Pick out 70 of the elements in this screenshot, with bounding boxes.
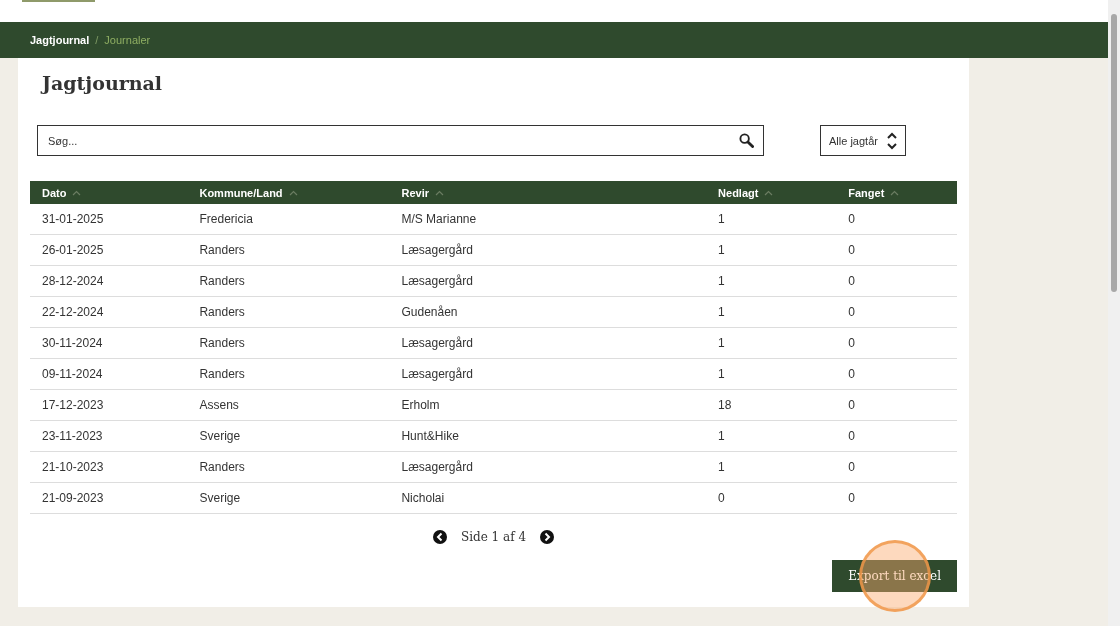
table-cell: Fredericia	[187, 204, 390, 235]
sort-caret-icon	[764, 189, 774, 196]
table-cell: Assens	[187, 389, 390, 421]
breadcrumb-link[interactable]: Jagtjournal	[30, 34, 90, 46]
scrollbar-thumb[interactable]	[1111, 14, 1117, 292]
table-cell: 09-11-2024	[30, 358, 188, 390]
page-title: Jagtjournal	[42, 72, 164, 94]
previous-page-button[interactable]	[432, 530, 447, 544]
table-cell: Læsagergård	[389, 451, 707, 483]
sort-caret-icon	[72, 189, 82, 196]
table-cell: 1	[706, 296, 837, 328]
table-cell: 0	[836, 234, 957, 266]
table-cell: Randers	[187, 234, 390, 266]
table-cell: 22-12-2024	[30, 296, 188, 328]
table-cell: 26-01-2025	[30, 234, 188, 266]
table-cell: 21-09-2023	[30, 482, 188, 514]
table-cell: Nicholai	[389, 482, 707, 514]
table-cell: Læsagergård	[389, 234, 707, 266]
table-cell: 31-01-2025	[30, 204, 188, 235]
page-indicator: Side 1 af 4	[460, 530, 527, 544]
breadcrumb-link[interactable]: Journaler	[104, 34, 151, 46]
table-cell: 0	[706, 482, 837, 514]
table-cell: 0	[836, 389, 957, 421]
table-cell: 0	[836, 420, 957, 452]
table-cell: 0	[836, 327, 957, 359]
column-header[interactable]: Dato	[42, 186, 82, 199]
table-cell: Læsagergård	[389, 358, 707, 390]
table-cell: 0	[836, 265, 957, 297]
table-cell: 21-10-2023	[30, 451, 188, 483]
table-cell: 28-12-2024	[30, 265, 188, 297]
table-cell: Randers	[187, 327, 390, 359]
table-cell: Randers	[187, 451, 390, 483]
table-cell: 1	[706, 265, 837, 297]
table-cell: 0	[836, 204, 957, 235]
sort-caret-icon	[435, 189, 444, 196]
column-header[interactable]: Revir	[401, 186, 444, 199]
next-page-button[interactable]	[540, 530, 555, 544]
table-cell: 30-11-2024	[30, 327, 188, 359]
table-cell: 0	[836, 482, 957, 514]
table-cell: 0	[836, 296, 957, 328]
table-cell: Randers	[187, 265, 390, 297]
table-cell: 23-11-2023	[30, 420, 188, 452]
table-cell: Erholm	[389, 389, 707, 421]
sort-caret-icon	[288, 189, 298, 196]
table-cell: 18	[706, 389, 837, 421]
table-cell: 0	[836, 451, 957, 483]
table-cell: Sverige	[187, 420, 390, 452]
table-cell: 17-12-2023	[30, 389, 188, 421]
table-cell: 1	[706, 420, 837, 452]
table-cell: Randers	[187, 296, 390, 328]
table-cell: Gudenåen	[389, 296, 707, 328]
table-cell: 1	[706, 204, 837, 235]
table-cell: 1	[706, 451, 837, 483]
table-cell: 1	[706, 358, 837, 390]
table-cell: Læsagergård	[389, 265, 707, 297]
breadcrumb-separator: /	[95, 34, 99, 46]
table-cell: 1	[706, 327, 837, 359]
table-cell: Hunt&Hike	[389, 420, 707, 452]
table-cell: Randers	[187, 358, 390, 390]
table-cell: M/S Marianne	[389, 204, 707, 235]
scrollbar[interactable]	[1108, 0, 1120, 626]
table-cell: 0	[836, 358, 957, 390]
sort-chevrons-icon	[887, 131, 897, 150]
search-field[interactable]: Søg...	[37, 125, 764, 156]
table-cell: Læsagergård	[389, 327, 707, 359]
table-cell: 1	[706, 234, 837, 266]
table-cell: Sverige	[187, 482, 390, 514]
search-icon[interactable]	[739, 133, 754, 148]
year-select[interactable]: Alle jagtår	[820, 125, 906, 156]
sort-caret-icon	[890, 189, 900, 196]
